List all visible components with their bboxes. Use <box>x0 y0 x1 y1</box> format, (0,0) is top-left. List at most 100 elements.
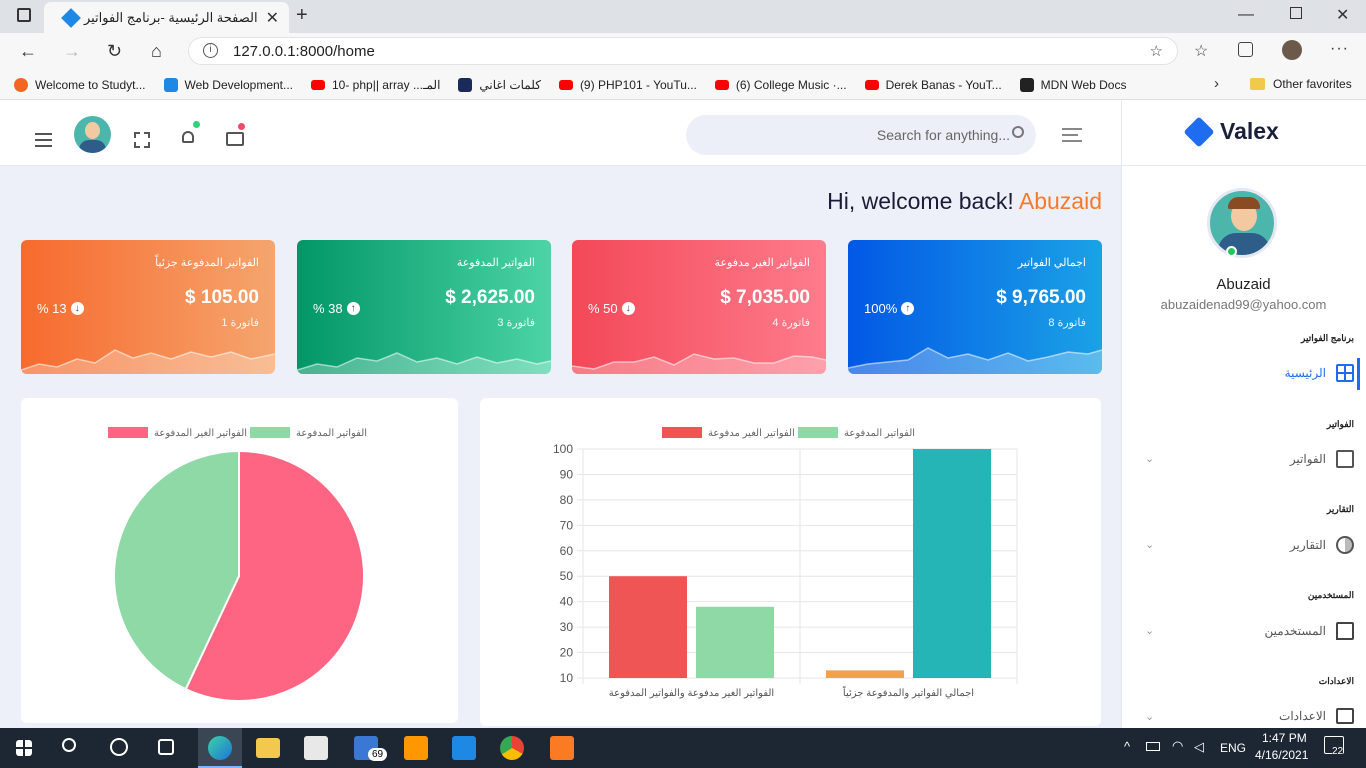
pie-icon <box>1336 536 1354 554</box>
volume-icon[interactable]: ◁ <box>1194 739 1204 755</box>
sidebar-avatar[interactable] <box>1207 188 1277 258</box>
url-input[interactable]: i 127.0.0.1:8000/home ☆ <box>188 37 1178 65</box>
forward-icon[interactable]: → <box>63 41 81 62</box>
card-title: الفواتير الغير مدفوعة <box>714 257 810 269</box>
task-view-icon[interactable] <box>158 739 174 755</box>
card-percent: % 50 ↓ <box>588 301 635 316</box>
file-explorer-icon[interactable] <box>256 738 280 758</box>
bookmarks-overflow-icon[interactable]: › <box>1214 75 1219 92</box>
restore-icon[interactable] <box>1290 7 1302 19</box>
more-menu-icon[interactable]: ··· <box>1330 40 1349 58</box>
sidebar-item-home[interactable]: الرئيسية <box>1285 364 1354 382</box>
card-percent-value: % 13 <box>37 301 67 316</box>
card-value: $ 7,035.00 <box>720 287 810 308</box>
bookmark-label: Derek Banas - YouT... <box>885 77 1002 92</box>
bar[interactable] <box>609 576 687 678</box>
windows-start-icon[interactable] <box>16 740 32 756</box>
cortana-icon[interactable] <box>110 738 128 756</box>
y-tick-label: 70 <box>560 518 574 532</box>
hamburger-menu-icon[interactable] <box>35 133 52 147</box>
sublime-icon[interactable] <box>404 736 428 760</box>
header-avatar[interactable] <box>74 116 111 153</box>
bar-chart-icon <box>1336 450 1354 468</box>
bookmark-item[interactable]: MDN Web Docs <box>1019 77 1126 92</box>
site-info-icon[interactable]: i <box>203 43 218 58</box>
minimize-icon[interactable]: — <box>1238 6 1254 24</box>
bookmark-item[interactable]: كلمات اغاني <box>458 77 541 92</box>
brand-logo[interactable]: Valex <box>1183 115 1279 148</box>
chevron-down-icon[interactable]: ⌄ <box>1145 452 1154 465</box>
wifi-icon[interactable]: ◠ <box>1172 738 1183 754</box>
y-tick-label: 60 <box>560 544 574 558</box>
home-icon[interactable]: ⌂ <box>151 41 162 62</box>
chevron-down-icon[interactable]: ⌄ <box>1145 538 1154 551</box>
fullscreen-icon[interactable] <box>134 132 150 148</box>
chevron-down-icon[interactable]: ⌄ <box>1145 624 1154 637</box>
sidebar-toggle-icon[interactable] <box>1062 128 1082 142</box>
language-indicator[interactable]: ENG <box>1220 741 1246 755</box>
bar[interactable] <box>826 670 904 678</box>
bookmark-label: 10- php|| array ...المـ <box>332 77 441 92</box>
tray-chevron-icon[interactable]: ^ <box>1124 739 1130 754</box>
welcome-user-name: Abuzaid <box>1018 188 1102 214</box>
battery-icon[interactable] <box>1146 742 1160 751</box>
arrow-up-icon: ↑ <box>346 302 360 315</box>
arrow-down-icon: ↓ <box>621 302 635 315</box>
search-icon[interactable] <box>62 738 76 752</box>
clock-time[interactable]: 1:47 PM <box>1262 731 1307 745</box>
bookmark-label: (9) PHP101 - YouTu... <box>579 77 697 92</box>
bookmark-label: كلمات اغاني <box>479 77 541 92</box>
new-tab-icon[interactable]: + <box>296 4 308 27</box>
chrome-icon[interactable] <box>500 736 524 760</box>
x-tick-label: الفواتير الغير مدفوعة والفواتير المدفوعة <box>609 688 774 699</box>
edge-icon[interactable] <box>208 736 232 760</box>
y-tick-label: 100 <box>553 442 573 456</box>
bookmark-item[interactable]: (6) College Music ·... <box>714 78 847 92</box>
bar[interactable] <box>913 449 991 678</box>
browser-tab-bar: ✕ الصفحة الرئيسية -برنامج الفواتير + — ✕ <box>0 0 1366 33</box>
sidebar-user-name: Abuzaid <box>1216 276 1271 293</box>
sidebar-item-label: الرئيسية <box>1284 366 1326 380</box>
mail-icon[interactable] <box>226 122 246 146</box>
legend-swatch <box>798 427 838 438</box>
collections-icon[interactable] <box>1238 42 1253 57</box>
window-menu-icon[interactable] <box>17 8 31 22</box>
tab-close-icon[interactable]: ✕ <box>266 8 279 28</box>
add-favorite-icon[interactable]: ☆ <box>1150 42 1163 60</box>
bookmark-item[interactable]: Derek Banas - YouT... <box>864 77 1002 92</box>
sidebar-item-users[interactable]: المستخدمين <box>1265 622 1354 640</box>
sidebar-user-email: abuzaidenad99@yahoo.com <box>1160 297 1327 312</box>
sidebar-item-invoices[interactable]: الفواتير <box>1290 450 1354 468</box>
bookmark-item[interactable]: 10- php|| array ...المـ <box>311 78 440 92</box>
card-sparkline <box>572 353 826 374</box>
reload-icon[interactable]: ↻ <box>107 41 122 62</box>
bar[interactable] <box>696 606 774 678</box>
favorites-icon[interactable]: ☆ <box>1194 41 1208 61</box>
sidebar-item-label: الفواتير <box>1289 452 1326 466</box>
sidebar-item-reports[interactable]: التقارير <box>1290 536 1354 554</box>
udemy-icon <box>163 77 178 92</box>
dashboard-icon <box>1336 364 1354 382</box>
browser-tab[interactable]: ✕ الصفحة الرئيسية -برنامج الفواتير <box>44 2 289 33</box>
k-icon <box>458 77 473 92</box>
sidebar-section-title: الاعدادات <box>1318 676 1354 686</box>
sidebar-section-title: الفواتير <box>1326 419 1354 429</box>
bookmark-item[interactable]: Web Development... <box>163 77 293 92</box>
sidebar-item-settings[interactable]: الاعدادات <box>1279 708 1354 724</box>
chat-icon <box>1336 622 1354 640</box>
xampp-icon[interactable] <box>550 736 574 760</box>
notification-bell-icon[interactable] <box>180 120 201 147</box>
back-icon[interactable]: ← <box>19 41 37 62</box>
search-icon[interactable] <box>1012 126 1024 138</box>
clock-date[interactable]: 4/16/2021 <box>1255 748 1308 762</box>
chevron-down-icon[interactable]: ⌄ <box>1145 710 1154 723</box>
search-input[interactable]: Search for anything... <box>686 115 1036 155</box>
profile-avatar-icon[interactable] <box>1282 40 1302 60</box>
other-favorites[interactable]: Other favorites <box>1250 77 1352 91</box>
bookmark-item[interactable]: Welcome to Studyt... <box>14 77 146 92</box>
sidebar-section-title: المستخدمين <box>1307 590 1354 600</box>
vscode-icon[interactable] <box>452 736 476 760</box>
store-icon[interactable] <box>304 736 328 760</box>
bookmark-item[interactable]: (9) PHP101 - YouTu... <box>558 77 697 92</box>
window-close-icon[interactable]: ✕ <box>1336 5 1349 25</box>
